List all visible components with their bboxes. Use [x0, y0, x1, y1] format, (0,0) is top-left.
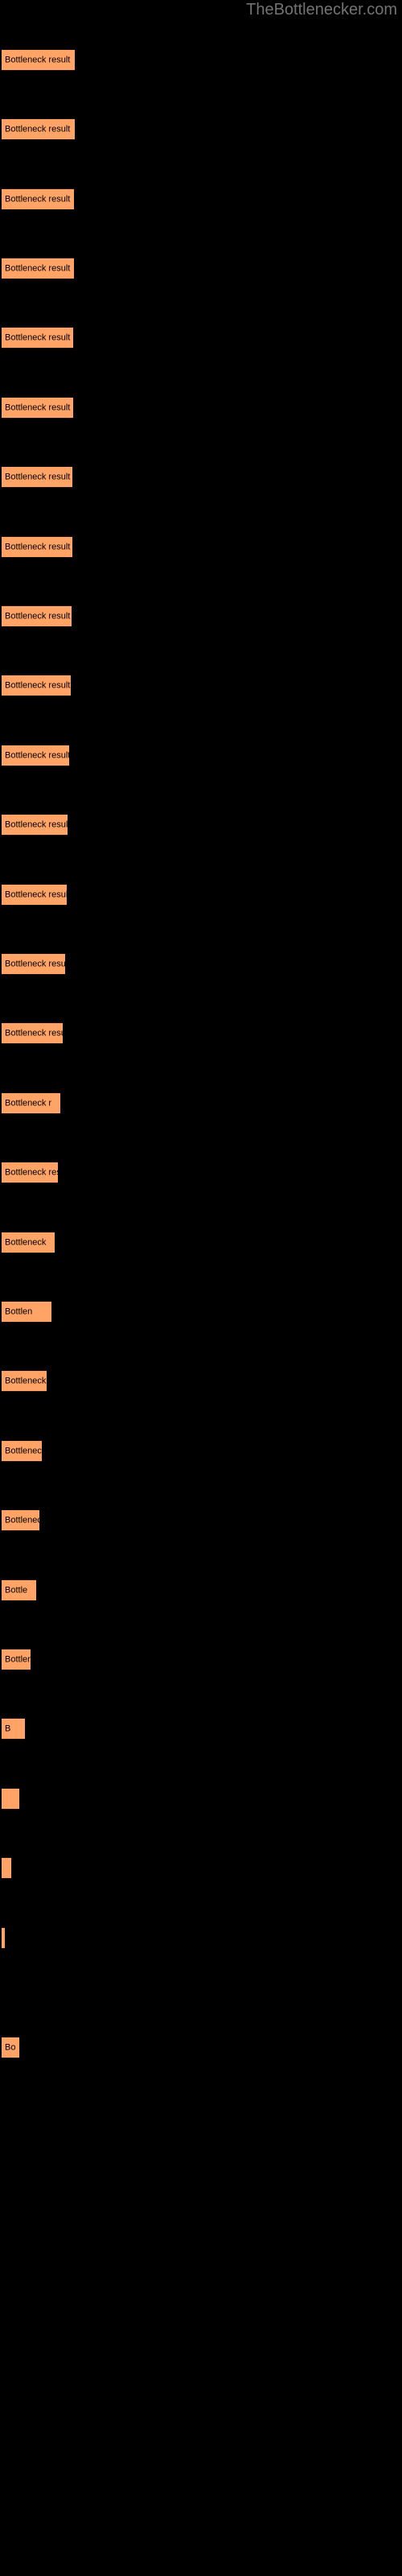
bar[interactable]: Bottleneck result — [2, 49, 75, 71]
bar[interactable]: Bottleneck result — [2, 675, 71, 696]
bar-label: Bottleneck — [5, 1376, 47, 1385]
bar-label: Bottleneck result — [5, 124, 71, 134]
bar[interactable]: Bottleneck result — [2, 953, 65, 975]
bar-row: Bottleneck result — [0, 536, 402, 558]
bar-row — [0, 1788, 402, 1810]
bar[interactable]: Bottlenec — [2, 1440, 42, 1462]
bar-row: Bottleneck result — [0, 814, 402, 836]
bar[interactable]: Bottleneck — [2, 1370, 47, 1392]
bar[interactable]: Bottlenec — [2, 1649, 31, 1670]
bar[interactable]: Bottleneck — [2, 1232, 55, 1253]
bar[interactable]: Bottleneck resul — [2, 1022, 63, 1044]
bar-label: Bottleneck result — [5, 332, 71, 342]
bar-row: Bottleneck result — [0, 745, 402, 766]
bar-label: Bottleneck result — [5, 750, 69, 760]
bar[interactable]: Bottleneck result — [2, 884, 67, 906]
bar-row: Bottlen — [0, 1301, 402, 1323]
bar[interactable]: Bottleneck r — [2, 1509, 39, 1531]
bar[interactable]: Bottleneck result — [2, 118, 75, 140]
bar-label: Bottleneck result — [5, 402, 71, 412]
bar-label: Bo — [5, 2042, 16, 2052]
bar-label: Bottleneck result — [5, 194, 71, 204]
bar-row: Bottleneck result — [0, 605, 402, 627]
bottleneck-bar-chart: Bottleneck result Bottleneck result Bottle… — [0, 0, 402, 2576]
bar[interactable]: Bottleneck r — [2, 1092, 60, 1114]
bar-row: Bottleneck — [0, 1232, 402, 1253]
bar-row: Bottleneck r — [0, 1092, 402, 1114]
bar-label: Bottleneck result — [5, 542, 71, 551]
bar-label: Bottleneck resul — [5, 1028, 63, 1038]
bar-row: Bottleneck resul — [0, 1022, 402, 1044]
bar-label: Bottleneck r — [5, 1098, 52, 1108]
bar-label: Bottleneck resu — [5, 1167, 58, 1177]
bar[interactable]: Bottleneck result — [2, 814, 68, 836]
bar-row: B — [0, 1718, 402, 1740]
bar-label: Bottleneck result — [5, 263, 71, 273]
bar-label: Bottlen — [5, 1307, 33, 1316]
bar-label: Bottleneck result — [5, 890, 67, 899]
bar-row — [0, 1996, 402, 2018]
bar-label: Bottlenec — [5, 1446, 42, 1455]
bar[interactable]: Bottleneck result — [2, 258, 74, 279]
bar[interactable]: Bottleneck result — [2, 327, 73, 349]
bar[interactable] — [2, 1857, 11, 1879]
bar-label: B — [5, 1724, 11, 1733]
bar-row: Bottleneck result — [0, 49, 402, 71]
bar-label: Bottleneck result — [5, 959, 65, 968]
page-root: TheBottlenecker.com Bottleneck result Bot… — [0, 0, 402, 2576]
bar-row: Bottleneck result — [0, 953, 402, 975]
bar-label: Bottle — [5, 1585, 28, 1595]
bar-row: Bottleneck result — [0, 884, 402, 906]
bar[interactable]: Bottlen — [2, 1301, 51, 1323]
bar-row: Bottleneck result — [0, 118, 402, 140]
bar[interactable]: Bottleneck resu — [2, 1162, 58, 1183]
bar[interactable]: B — [2, 1718, 25, 1740]
bar-label: Bottleneck r — [5, 1515, 39, 1525]
bar-row — [0, 1857, 402, 1879]
bar[interactable]: Bottleneck result — [2, 188, 74, 210]
bar-label: Bottleneck result — [5, 611, 71, 621]
bar-row: Bottleneck result — [0, 327, 402, 349]
bar-row: Bottleneck result — [0, 258, 402, 279]
bar-label: Bottlenec — [5, 1654, 31, 1664]
bar-row — [0, 1927, 402, 1949]
bar-row: Bottleneck result — [0, 675, 402, 696]
bar-row: Bottle — [0, 1579, 402, 1601]
bar[interactable]: Bottleneck result — [2, 536, 72, 558]
bar[interactable]: Bo — [2, 2037, 19, 2058]
bar-row: Bottleneck resu — [0, 1162, 402, 1183]
bar-row: Bo — [0, 2037, 402, 2058]
bar-row: Bottleneck — [0, 1370, 402, 1392]
bar[interactable] — [2, 1927, 5, 1949]
bar-label: Bottleneck result — [5, 55, 71, 64]
bar-row: Bottleneck result — [0, 188, 402, 210]
bar[interactable]: Bottleneck result — [2, 745, 69, 766]
bar-row: Bottleneck result — [0, 466, 402, 488]
bar[interactable] — [2, 1788, 19, 1810]
bar[interactable]: Bottleneck result — [2, 466, 72, 488]
bar[interactable]: Bottleneck result — [2, 397, 73, 419]
bar-label: Bottleneck result — [5, 472, 71, 481]
bar-row: Bottleneck result — [0, 397, 402, 419]
bar-label: Bottleneck — [5, 1237, 47, 1247]
bar-label: Bottleneck result — [5, 819, 68, 829]
bar[interactable]: Bottleneck result — [2, 605, 72, 627]
bar-row: Bottlenec — [0, 1649, 402, 1670]
bar-row: Bottleneck r — [0, 1509, 402, 1531]
bar[interactable]: Bottle — [2, 1579, 36, 1601]
bar-row: Bottlenec — [0, 1440, 402, 1462]
bar-label: Bottleneck result — [5, 680, 71, 690]
